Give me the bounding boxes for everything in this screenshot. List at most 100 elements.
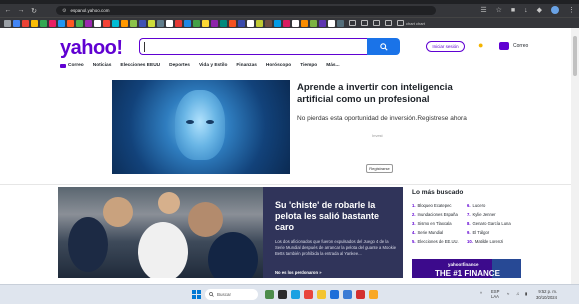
nav-item-horoscopo[interactable]: Horóscopo xyxy=(266,63,291,68)
bookmark-folder[interactable]: chart chart xyxy=(397,20,425,26)
windows-start-icon[interactable] xyxy=(192,290,201,299)
bookmark-icon[interactable] xyxy=(166,19,173,27)
bookmark-icon[interactable] xyxy=(31,19,38,27)
bookmark-icon[interactable] xyxy=(139,19,146,27)
bookmark-icon[interactable] xyxy=(67,19,74,27)
ad-title[interactable]: Aprende a invertir con inteligencia arti… xyxy=(297,82,477,106)
edge-icon[interactable] xyxy=(291,290,300,299)
bookmark-star-icon[interactable]: ☆ xyxy=(496,6,502,14)
trending-item[interactable]: 6. Lucero xyxy=(467,203,485,208)
bell-icon[interactable]: ● xyxy=(478,41,483,50)
trending-item[interactable]: 5. Elecciones de EE.UU. xyxy=(412,239,459,244)
bookmark-icon[interactable] xyxy=(229,19,236,27)
story-headline[interactable]: Su 'chiste' de robarle la pelota les sal… xyxy=(275,200,399,233)
wifi-icon[interactable]: ≈ xyxy=(507,291,509,296)
bookmark-icon[interactable] xyxy=(274,19,281,27)
bookmark-icon[interactable] xyxy=(148,19,155,27)
bookmark-icon[interactable] xyxy=(238,19,245,27)
bookmark-icon[interactable] xyxy=(301,19,308,27)
bookmark-icon[interactable] xyxy=(220,19,227,27)
task-view-icon[interactable] xyxy=(278,290,287,299)
bookmark-icon[interactable] xyxy=(193,19,200,27)
ad-cta-button[interactable]: Registrarse xyxy=(366,164,393,173)
yahoo-logo[interactable]: yahoo! xyxy=(60,37,123,60)
forward-icon[interactable]: → xyxy=(16,6,26,16)
trending-item[interactable]: 7. Kylie Jenner xyxy=(467,212,496,217)
nav-item-elecciones[interactable]: Elecciones EEUU xyxy=(120,63,160,68)
nav-item-correo[interactable]: Correo xyxy=(60,63,84,68)
trending-item[interactable]: 10. Matilde Lorenzi xyxy=(467,239,503,244)
finance-banner[interactable]: yahoo!finance THE #1 FINANCE xyxy=(412,259,521,278)
bookmark-icon[interactable] xyxy=(211,19,218,27)
trending-item[interactable]: 8. Genaro García Luna xyxy=(467,221,511,226)
bookmark-icon[interactable] xyxy=(76,19,83,27)
bookmark-icon[interactable] xyxy=(328,19,335,27)
story-image[interactable] xyxy=(58,187,263,278)
nav-item-vida-estilo[interactable]: Vida y Estilo xyxy=(199,63,227,68)
bookmark-icon[interactable] xyxy=(94,19,101,27)
address-bar[interactable]: ⚙ espanol.yahoo.com xyxy=(56,6,436,15)
signin-button[interactable]: Iniciar sesión xyxy=(426,41,465,52)
mail-icon[interactable] xyxy=(499,42,509,50)
translate-icon[interactable]: ☰ xyxy=(480,6,486,14)
nav-item-tiempo[interactable]: Tiempo xyxy=(300,63,317,68)
trending-item[interactable]: 1. Bloqueo Ecatepec xyxy=(412,203,452,208)
system-clock[interactable]: 9:52 p. m. 30/10/2024 xyxy=(536,289,557,300)
scrollbar-thumb[interactable] xyxy=(573,36,577,76)
taskbar-search[interactable]: Buscar xyxy=(205,289,258,300)
bookmark-icon[interactable] xyxy=(13,19,20,27)
back-icon[interactable]: ← xyxy=(3,6,13,16)
trending-item[interactable]: 9. El Tálgor xyxy=(467,230,489,235)
tray-chevron-icon[interactable]: ^ xyxy=(480,291,482,296)
bookmark-icon[interactable] xyxy=(175,19,182,27)
bookmark-icon[interactable] xyxy=(40,19,47,27)
extensions-icon[interactable]: ■ xyxy=(511,7,515,14)
bookmark-icon[interactable] xyxy=(247,19,254,27)
bookmark-icon[interactable] xyxy=(112,19,119,27)
trending-item[interactable]: 4. Serie Mundial xyxy=(412,230,443,235)
app-icon[interactable] xyxy=(356,290,365,299)
bookmark-folder[interactable] xyxy=(385,20,392,26)
bookmark-icon[interactable] xyxy=(85,19,92,27)
trending-item[interactable]: 3. Sismo en Tlaxcala xyxy=(412,221,452,226)
bookmark-folder[interactable] xyxy=(373,20,380,26)
store-icon[interactable] xyxy=(330,290,339,299)
apps-icon[interactable] xyxy=(4,19,11,27)
search-input[interactable] xyxy=(139,38,367,55)
nav-item-mas[interactable]: Más... xyxy=(326,63,339,68)
site-info-icon[interactable]: ⚙ xyxy=(62,8,66,14)
bookmark-icon[interactable] xyxy=(103,19,110,27)
bookmark-icon[interactable] xyxy=(319,19,326,27)
bookmark-icon[interactable] xyxy=(265,19,272,27)
chrome-icon[interactable] xyxy=(304,290,313,299)
explorer-icon[interactable] xyxy=(317,290,326,299)
profile-avatar[interactable] xyxy=(551,6,559,14)
bookmark-icon[interactable] xyxy=(292,19,299,27)
mail-link[interactable]: Correo xyxy=(513,43,528,49)
app-icon[interactable] xyxy=(343,290,352,299)
nav-item-finanzas[interactable]: Finanzas xyxy=(236,63,257,68)
bookmark-icon[interactable] xyxy=(121,19,128,27)
widgets-icon[interactable] xyxy=(265,290,274,299)
bookmark-icon[interactable] xyxy=(184,19,191,27)
bookmark-icon[interactable] xyxy=(49,19,56,27)
reload-icon[interactable]: ↻ xyxy=(29,6,39,16)
bookmark-icon[interactable] xyxy=(202,19,209,27)
keyboard-language[interactable]: ESP LAA xyxy=(491,289,499,299)
bookmark-folder[interactable] xyxy=(349,20,356,26)
page-scrollbar[interactable] xyxy=(571,28,579,284)
bookmark-icon[interactable] xyxy=(256,19,263,27)
bookmark-icon[interactable] xyxy=(58,19,65,27)
bookmark-icon[interactable] xyxy=(283,19,290,27)
bookmark-icon[interactable] xyxy=(310,19,317,27)
nav-item-deportes[interactable]: Deportes xyxy=(169,63,190,68)
bookmark-icon[interactable] xyxy=(337,19,344,27)
story-read-more[interactable]: No es los perdonaron » xyxy=(275,270,322,275)
volume-icon[interactable]: ♫ xyxy=(516,291,519,296)
trending-item[interactable]: 2. Inundaciones España xyxy=(412,212,458,217)
nav-item-noticias[interactable]: Noticias xyxy=(93,63,112,68)
bookmark-icon[interactable] xyxy=(157,19,164,27)
ad-image[interactable] xyxy=(112,80,290,174)
bookmark-icon[interactable] xyxy=(22,19,29,27)
bookmark-icon[interactable] xyxy=(130,19,137,27)
